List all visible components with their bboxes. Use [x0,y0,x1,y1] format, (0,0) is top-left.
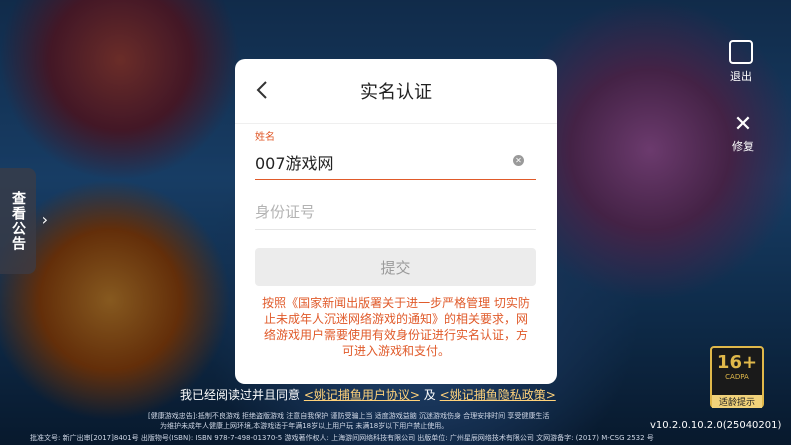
health-notice: [健康游戏忠告]:抵制不良游戏 拒绝盗版游戏 注意自我保护 谨防受骗上当 适度游… [148,412,550,420]
repair-label: 修复 [732,140,754,153]
submit-button[interactable]: 提交 [255,248,536,286]
real-name-auth-dialog: 实名认证 姓名 ✕ 提交 按照《国家新闻出版署关于进一步严格管理 切实防止未成年… [235,59,557,384]
license-info: 批准文号: 新广出审[2017]8401号 出版物号(ISBN): ISBN 9… [30,434,654,442]
repair-button[interactable]: ✕ 修复 [727,112,759,160]
id-number-input[interactable] [255,203,525,221]
policy-notice: 按照《国家新闻出版署关于进一步严格管理 切实防止未成年人沉迷网络游戏的通知》的相… [262,296,530,358]
chevron-right-icon: › [41,210,48,229]
dialog-title: 实名认证 [360,82,432,103]
view-announcement-tab[interactable]: 查看公告 › [0,168,48,274]
version-text: v10.2.0.10.2.0(25040201) [650,420,782,431]
exit-label: 退出 [730,70,752,83]
name-field: 姓名 ✕ [255,128,536,180]
age-rating-badge: 16+ CADPA 适龄提示 [710,346,764,408]
agreement-prefix: 我已经阅读过并且同意 [180,388,301,402]
back-button[interactable] [253,79,273,101]
wrench-icon: ✕ [733,112,753,137]
age-rating: 16+ [716,352,758,373]
name-input[interactable] [255,152,495,172]
user-agreement-link[interactable]: <姚记捕鱼用户协议> [304,388,420,402]
rating-org: CADPA [725,373,749,381]
chevron-left-icon [256,81,267,99]
id-input-wrap [255,195,536,230]
age-tip: 适龄提示 [712,395,762,408]
privacy-policy-link[interactable]: <姚记捕鱼隐私政策> [440,388,556,402]
announcement-label: 查看公告 [10,191,26,251]
age-notice: 为维护未成年人健康上网环境,本游戏适于年满18岁以上用户玩 未满18岁以下用户禁… [160,422,449,430]
agreement-and: 及 [423,388,436,402]
exit-button[interactable]: 退出 [725,40,757,86]
clear-icon[interactable]: ✕ [513,155,524,166]
id-field [255,195,536,230]
dialog-header: 实名认证 [235,59,557,124]
name-input-wrap: ✕ [255,145,536,180]
exit-icon [729,40,753,64]
name-label: 姓名 [255,132,275,143]
agreement-row: 我已经阅读过并且同意 <姚记捕鱼用户协议> 及 <姚记捕鱼隐私政策> [180,386,556,403]
